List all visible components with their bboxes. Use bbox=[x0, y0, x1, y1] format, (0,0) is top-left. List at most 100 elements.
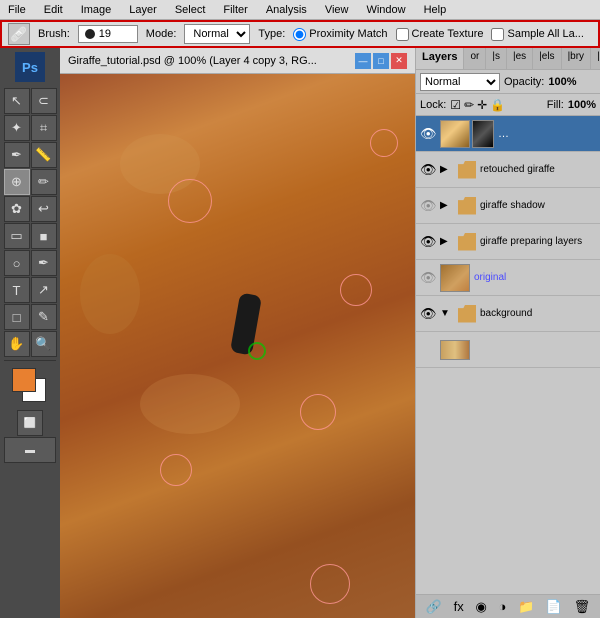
window-maximize-button[interactable]: □ bbox=[373, 53, 389, 69]
tool-row-6: ▭ ■ bbox=[4, 223, 57, 249]
brush-preview[interactable]: 19 bbox=[78, 25, 138, 43]
layer-style-button[interactable]: fx bbox=[452, 599, 466, 614]
lock-all-icon[interactable]: 🔒 bbox=[490, 98, 505, 112]
shape-tool[interactable]: □ bbox=[4, 304, 30, 330]
dodge-tool[interactable]: ○ bbox=[4, 250, 30, 276]
tool-row-2: ✦ ⌗ bbox=[4, 115, 57, 141]
window-minimize-button[interactable]: — bbox=[355, 53, 371, 69]
layer-item-preparing[interactable]: 👁 ▶ giraffe preparing layers bbox=[416, 224, 600, 260]
layer-visibility-1[interactable]: 👁 bbox=[420, 126, 436, 142]
tool-row-9: □ ✎ bbox=[4, 304, 57, 330]
clone-stamp[interactable]: ✿ bbox=[4, 196, 30, 222]
pen-tool[interactable]: ✒ bbox=[31, 250, 57, 276]
eraser-tool[interactable]: ▭ bbox=[4, 223, 30, 249]
layers-lock-row: Lock: ☑ ✏ ✛ 🔒 Fill: 100% bbox=[416, 94, 600, 116]
lock-position-icon[interactable]: ✛ bbox=[477, 98, 487, 112]
healing-brush-icon: 🩹 bbox=[8, 23, 30, 45]
create-texture-label[interactable]: Create Texture bbox=[396, 28, 484, 41]
layer-expand-2[interactable]: ▶ bbox=[440, 164, 454, 175]
layer-name-shadow: giraffe shadow bbox=[480, 200, 596, 211]
ns-tab[interactable]: |ns bbox=[591, 48, 600, 69]
menu-window[interactable]: Window bbox=[362, 2, 409, 18]
magic-wand[interactable]: ✦ bbox=[4, 115, 30, 141]
layers-blend-row: Normal Opacity: 100% bbox=[416, 70, 600, 94]
layer-item-active[interactable]: 👁 … bbox=[416, 116, 600, 152]
menu-bar: File Edit Image Layer Select Filter Anal… bbox=[0, 0, 600, 20]
channels-tab[interactable]: or bbox=[464, 48, 486, 69]
color-swatches bbox=[12, 368, 48, 404]
tool-divider bbox=[4, 360, 56, 361]
menu-file[interactable]: File bbox=[4, 2, 30, 18]
layer-item-bg-sub[interactable] bbox=[416, 332, 600, 368]
folder-icon-6 bbox=[458, 305, 476, 323]
measure-tool[interactable]: 📏 bbox=[31, 142, 57, 168]
foreground-color-swatch[interactable] bbox=[12, 368, 36, 392]
new-layer-button[interactable]: 📄 bbox=[544, 599, 564, 615]
layer-visibility-5[interactable]: 👁 bbox=[420, 270, 436, 286]
crop-tool[interactable]: ⌗ bbox=[31, 115, 57, 141]
menu-filter[interactable]: Filter bbox=[219, 2, 251, 18]
layer-expand-3[interactable]: ▶ bbox=[440, 200, 454, 211]
layer-item-background[interactable]: 👁 ▼ background bbox=[416, 296, 600, 332]
layer-options-1[interactable]: … bbox=[498, 128, 509, 140]
hand-tool[interactable]: ✋ bbox=[4, 331, 30, 357]
lock-transparent-icon[interactable]: ☑ bbox=[450, 98, 461, 112]
layer-thumb-image-1 bbox=[440, 120, 470, 148]
display-mode[interactable]: ▬ bbox=[4, 437, 56, 463]
menu-edit[interactable]: Edit bbox=[40, 2, 67, 18]
lock-image-icon[interactable]: ✏ bbox=[464, 98, 474, 112]
bry-tab[interactable]: |bry bbox=[562, 48, 592, 69]
create-texture-checkbox[interactable] bbox=[396, 28, 409, 41]
bg-color-swatch bbox=[440, 340, 470, 360]
mode-select[interactable]: Normal bbox=[184, 24, 250, 44]
sample-all-label[interactable]: Sample All La... bbox=[491, 28, 583, 41]
menu-select[interactable]: Select bbox=[171, 2, 210, 18]
layer-expand-4[interactable]: ▶ bbox=[440, 236, 454, 247]
type-tool[interactable]: T bbox=[4, 277, 30, 303]
brush-circle bbox=[85, 29, 95, 39]
history-brush[interactable]: ↩ bbox=[31, 196, 57, 222]
layer-visibility-6[interactable]: 👁 bbox=[420, 306, 436, 322]
els-tab[interactable]: |els bbox=[533, 48, 561, 69]
delete-layer-button[interactable]: 🗑 bbox=[572, 599, 593, 615]
gradient-tool[interactable]: ■ bbox=[31, 223, 57, 249]
layer-item-shadow[interactable]: 👁 ▶ giraffe shadow bbox=[416, 188, 600, 224]
blend-mode-select[interactable]: Normal bbox=[420, 73, 500, 91]
tool-row-1: ↖ ⊂ bbox=[4, 88, 57, 114]
move-tool[interactable]: ↖ bbox=[4, 88, 30, 114]
zoom-tool[interactable]: 🔍 bbox=[31, 331, 57, 357]
notes-tool[interactable]: ✎ bbox=[31, 304, 57, 330]
menu-view[interactable]: View bbox=[321, 2, 353, 18]
menu-analysis[interactable]: Analysis bbox=[262, 2, 311, 18]
proximity-match-radio[interactable] bbox=[293, 28, 306, 41]
canvas-area[interactable] bbox=[60, 74, 415, 618]
brush-tool[interactable]: ✏ bbox=[31, 169, 57, 195]
layer-item-retouched[interactable]: 👁 ▶ retouched giraffe bbox=[416, 152, 600, 188]
type-radio-label[interactable]: Proximity Match bbox=[293, 28, 387, 41]
menu-image[interactable]: Image bbox=[77, 2, 116, 18]
screen-mode[interactable]: ⬜ bbox=[17, 410, 43, 436]
window-close-button[interactable]: ✕ bbox=[391, 53, 407, 69]
paths-tab[interactable]: |s bbox=[486, 48, 507, 69]
healing-brush-tool[interactable]: ⊕ bbox=[4, 169, 30, 195]
tool-row-3: ✒ 📏 bbox=[4, 142, 57, 168]
link-layers-button[interactable]: 🔗 bbox=[424, 599, 444, 615]
eyedropper-tool[interactable]: ✒ bbox=[4, 142, 30, 168]
layer-mask-button[interactable]: ◉ bbox=[473, 599, 488, 615]
layer-visibility-2[interactable]: 👁 bbox=[420, 162, 436, 178]
layer-expand-6[interactable]: ▼ bbox=[440, 308, 454, 319]
layer-visibility-4[interactable]: 👁 bbox=[420, 234, 436, 250]
layer-item-original[interactable]: 👁 original bbox=[416, 260, 600, 296]
new-group-button[interactable]: 📁 bbox=[516, 599, 536, 615]
opacity-value: 100% bbox=[548, 76, 576, 88]
path-select[interactable]: ↗ bbox=[31, 277, 57, 303]
es-tab[interactable]: |es bbox=[507, 48, 533, 69]
menu-layer[interactable]: Layer bbox=[125, 2, 161, 18]
layer-thumbs-1 bbox=[440, 120, 494, 148]
menu-help[interactable]: Help bbox=[420, 2, 451, 18]
sample-all-checkbox[interactable] bbox=[491, 28, 504, 41]
lasso-tool[interactable]: ⊂ bbox=[31, 88, 57, 114]
layers-tab[interactable]: Layers bbox=[416, 48, 464, 69]
adjustment-layer-button[interactable]: ◑ bbox=[496, 599, 508, 614]
layer-visibility-3[interactable]: 👁 bbox=[420, 198, 436, 214]
